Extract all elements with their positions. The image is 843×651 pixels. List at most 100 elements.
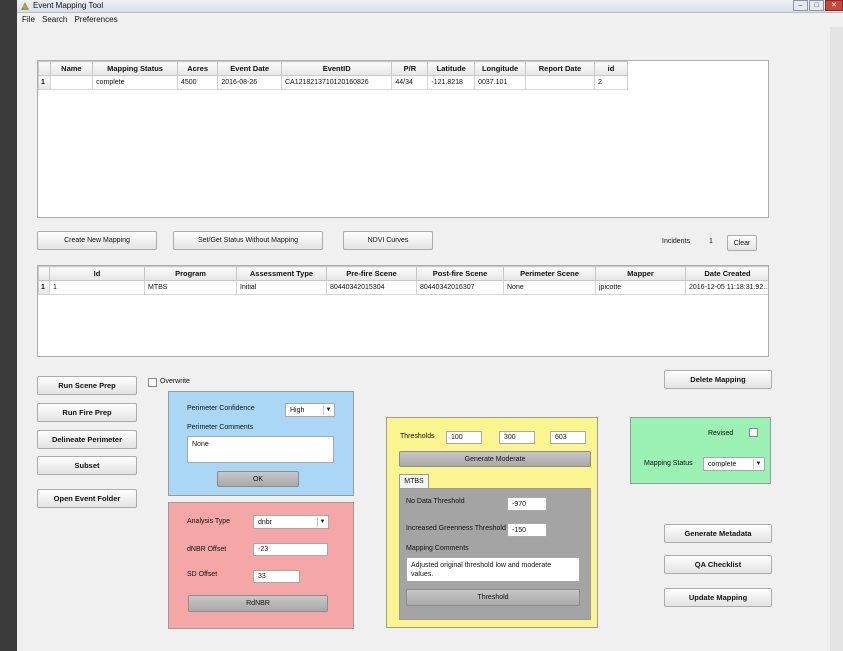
clear-button[interactable]: Clear: [727, 235, 757, 251]
generate-moderate-button[interactable]: Generate Moderate: [399, 451, 591, 467]
perimeter-ok-button[interactable]: OK: [217, 471, 299, 487]
cell-pre-fire-scene[interactable]: 80440342015304: [326, 280, 417, 295]
menu-file[interactable]: File: [22, 15, 35, 24]
table-row[interactable]: 1 1 MTBS Initial 80440342015304 80440342…: [38, 280, 768, 295]
rdnbr-button[interactable]: RdNBR: [188, 595, 328, 612]
row-number[interactable]: 1: [38, 280, 50, 295]
analysis-type-label: Analysis Type: [187, 518, 231, 525]
col-mapping-id[interactable]: Id: [49, 266, 145, 281]
maximize-button[interactable]: □: [809, 0, 824, 11]
col-mapping-status[interactable]: Mapping Status: [92, 61, 178, 76]
chevron-down-icon: ▼: [753, 459, 763, 469]
col-post-fire-scene[interactable]: Post-fire Scene: [416, 266, 504, 281]
threshold-button[interactable]: Threshold: [406, 589, 580, 606]
cell-name[interactable]: [49, 75, 94, 90]
set-get-status-button[interactable]: Set/Get Status Without Mapping: [173, 231, 323, 250]
row-number[interactable]: 1: [38, 75, 51, 90]
cell-assessment-type[interactable]: Initial: [236, 280, 327, 295]
events-table[interactable]: Name Mapping Status Acres Event Date Eve…: [37, 60, 769, 218]
col-pre-fire-scene[interactable]: Pre-fire Scene: [326, 266, 417, 281]
qa-checklist-button[interactable]: QA Checklist: [664, 555, 772, 574]
mapping-comments-field[interactable]: Adjusted original threshold low and mode…: [406, 557, 580, 582]
col-p-r[interactable]: P/R: [391, 61, 429, 76]
minimize-button[interactable]: –: [793, 0, 808, 11]
col-perimeter-scene[interactable]: Perimeter Scene: [503, 266, 596, 281]
col-name[interactable]: Name: [49, 61, 94, 76]
sd-offset-label: SD Offset: [187, 571, 218, 578]
col-longitude[interactable]: Longitude: [474, 61, 527, 76]
dnbr-offset-label: dNBR Offset: [187, 546, 227, 553]
tab-mtbs[interactable]: MTBS: [399, 474, 429, 488]
col-latitude[interactable]: Latitude: [427, 61, 476, 76]
run-scene-prep-button[interactable]: Run Scene Prep: [37, 376, 137, 395]
menu-search[interactable]: Search: [42, 15, 67, 24]
col-acres[interactable]: Acres: [176, 61, 219, 76]
col-event-id[interactable]: EventID: [280, 61, 393, 76]
col-assessment-type[interactable]: Assessment Type: [236, 266, 327, 281]
col-program[interactable]: Program: [144, 266, 237, 281]
cell-date-created[interactable]: 2016-12-05 11:18:31.92...: [685, 280, 768, 295]
cell-mapping-id[interactable]: 1: [49, 280, 145, 295]
cell-longitude[interactable]: 0037.101: [474, 75, 527, 90]
chevron-down-icon: ▼: [323, 405, 333, 415]
perimeter-confidence-value: High: [290, 406, 305, 414]
right-edge-strip: [830, 27, 843, 651]
increased-greenness-field[interactable]: -150: [507, 523, 547, 537]
cell-latitude[interactable]: -121.8218: [427, 75, 476, 90]
cell-event-id[interactable]: CA1218213710120160826: [280, 75, 393, 90]
perimeter-comments-field[interactable]: None: [187, 436, 334, 463]
title-bar: Event Mapping Tool – □ ✕: [17, 0, 843, 13]
delete-mapping-button[interactable]: Delete Mapping: [664, 370, 772, 389]
subset-button[interactable]: Subset: [37, 456, 137, 475]
incidents-label: Incidents: [662, 238, 691, 245]
dnbr-offset-field[interactable]: -23: [253, 543, 328, 556]
mapping-status-value: complete: [708, 460, 737, 468]
cell-id[interactable]: 2: [594, 75, 628, 90]
mapping-status-select[interactable]: complete ▼: [703, 457, 765, 471]
cell-program[interactable]: MTBS: [144, 280, 237, 295]
cell-mapper[interactable]: jpicotte: [595, 280, 686, 295]
run-fire-prep-button[interactable]: Run Fire Prep: [37, 403, 137, 422]
chevron-down-icon: ▼: [317, 517, 327, 527]
cell-post-fire-scene[interactable]: 80440342016307: [416, 280, 504, 295]
cell-event-date[interactable]: 2016-08-26: [217, 75, 282, 90]
generate-metadata-button[interactable]: Generate Metadata: [664, 524, 772, 543]
increased-greenness-label: Increased Greenness Threshold: [406, 525, 506, 532]
mappings-table[interactable]: Id Program Assessment Type Pre-fire Scen…: [37, 265, 769, 357]
analysis-type-value: dnbr: [258, 518, 273, 526]
update-mapping-button[interactable]: Update Mapping: [664, 588, 772, 607]
col-id[interactable]: id: [594, 61, 628, 76]
menu-bar: File Search Preferences: [17, 13, 843, 27]
sd-offset-field[interactable]: 33: [253, 570, 300, 583]
thresholds-label: Thresholds: [400, 433, 435, 440]
overwrite-checkbox[interactable]: [148, 378, 157, 387]
cell-acres[interactable]: 4500: [176, 75, 219, 90]
col-mapper[interactable]: Mapper: [595, 266, 686, 281]
mapping-comments-label: Mapping Comments: [406, 545, 469, 552]
delineate-perimeter-button[interactable]: Delineate Perimeter: [37, 430, 137, 449]
table-row[interactable]: 1 complete 4500 2016-08-26 CA12182137101…: [38, 75, 628, 90]
threshold-3-field[interactable]: 603: [550, 431, 586, 444]
perimeter-confidence-select[interactable]: High ▼: [285, 403, 335, 417]
create-new-mapping-button[interactable]: Create New Mapping: [37, 231, 157, 250]
menu-preferences[interactable]: Preferences: [74, 15, 117, 24]
no-data-threshold-label: No Data Threshold: [406, 498, 465, 505]
cell-p-r[interactable]: 44/34: [391, 75, 429, 90]
revised-checkbox[interactable]: [749, 428, 758, 437]
no-data-threshold-field[interactable]: -970: [507, 497, 547, 511]
close-button[interactable]: ✕: [825, 0, 843, 11]
window-title: Event Mapping Tool: [33, 1, 104, 10]
threshold-1-field[interactable]: 100: [446, 431, 482, 444]
cell-report-date[interactable]: [525, 75, 596, 90]
analysis-type-select[interactable]: dnbr ▼: [253, 515, 329, 529]
col-date-created[interactable]: Date Created: [685, 266, 768, 281]
perimeter-comments-label: Perimeter Comments: [187, 424, 254, 431]
col-report-date[interactable]: Report Date: [525, 61, 596, 76]
ndvi-curves-button[interactable]: NDVI Curves: [343, 231, 433, 250]
cell-mapping-status[interactable]: complete: [92, 75, 178, 90]
threshold-2-field[interactable]: 300: [499, 431, 535, 444]
open-event-folder-button[interactable]: Open Event Folder: [37, 489, 137, 508]
col-event-date[interactable]: Event Date: [217, 61, 282, 76]
overwrite-label: Overwrite: [160, 378, 190, 385]
cell-perimeter-scene[interactable]: None: [503, 280, 596, 295]
